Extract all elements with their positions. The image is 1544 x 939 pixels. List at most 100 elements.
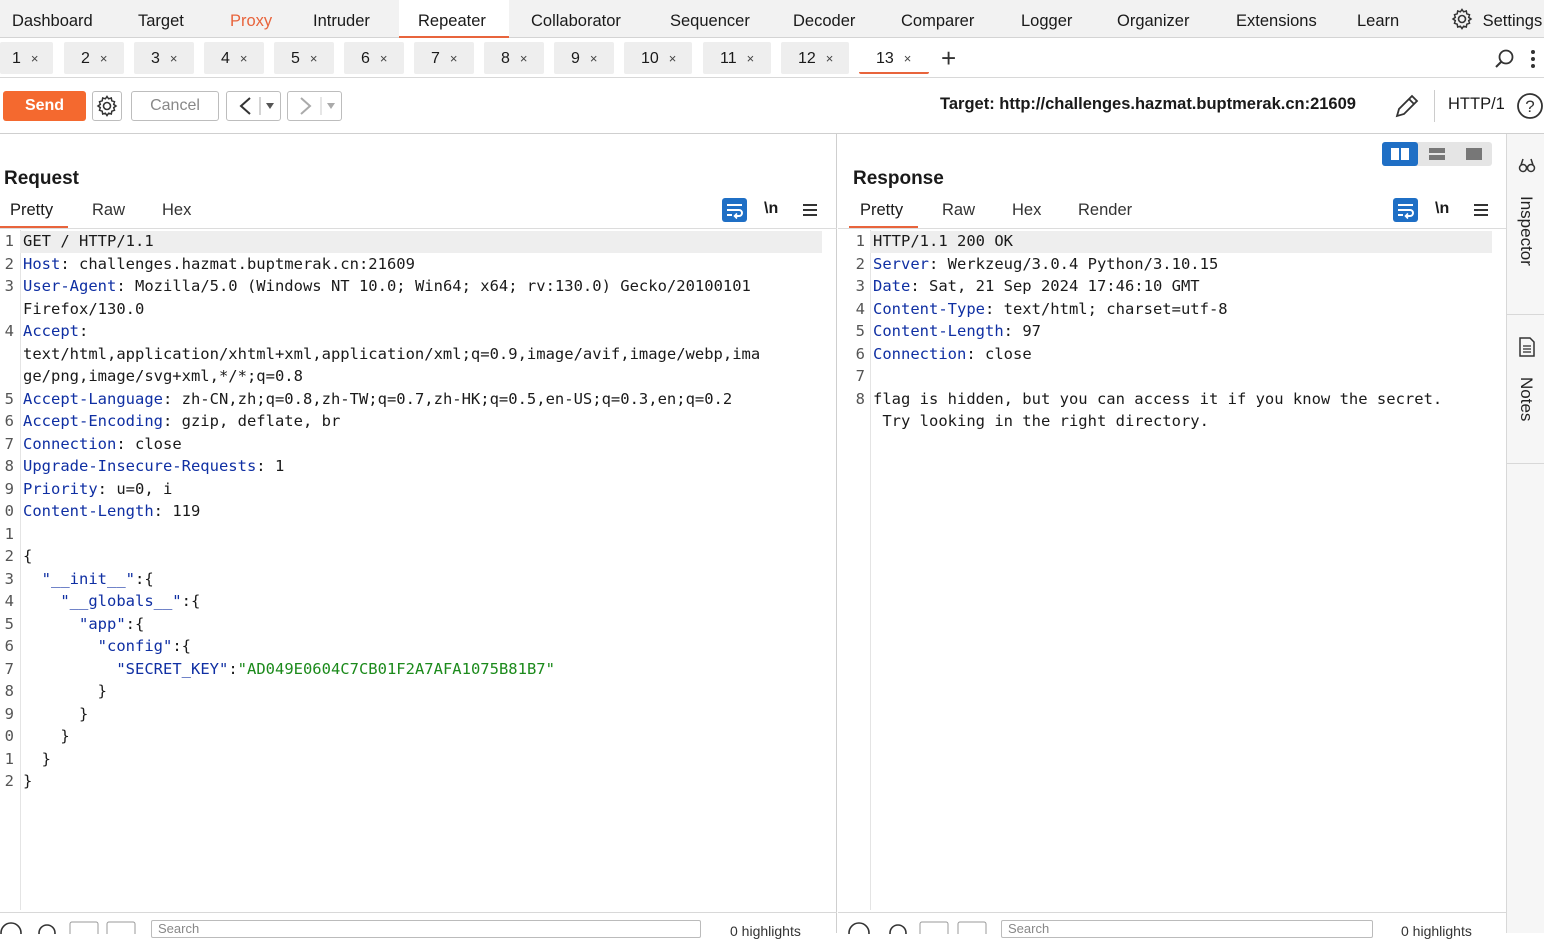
toolbar-divider bbox=[1434, 90, 1435, 122]
settings-button[interactable]: Settings bbox=[1450, 0, 1542, 38]
http-version-toggle[interactable]: HTTP/1 bbox=[1448, 95, 1505, 114]
search-icon[interactable] bbox=[1494, 48, 1516, 70]
request-search-input[interactable]: Search bbox=[151, 920, 701, 938]
layout-stacked-button[interactable] bbox=[1419, 142, 1455, 166]
line-number: 0 bbox=[4, 727, 14, 745]
repeater-tab-6[interactable]: 6 × bbox=[344, 42, 404, 74]
wrap-lines-icon[interactable] bbox=[1393, 198, 1418, 222]
line-number: 9 bbox=[4, 479, 14, 498]
close-icon[interactable]: × bbox=[669, 51, 677, 66]
line-number: 8 bbox=[855, 389, 865, 408]
wrap-lines-icon[interactable] bbox=[722, 198, 747, 222]
line-number: 4 bbox=[855, 299, 865, 318]
code-line: Connection: close bbox=[873, 343, 1442, 366]
response-search-input[interactable]: Search bbox=[1001, 920, 1373, 938]
response-line-numbers: 1 2 3 4 5 6 7 8 bbox=[850, 230, 865, 433]
repeater-tab-8[interactable]: 8 × bbox=[484, 42, 544, 74]
show-newlines-toggle[interactable]: \n bbox=[764, 200, 778, 218]
menu-icon[interactable] bbox=[1473, 202, 1489, 218]
repeater-tab-9[interactable]: 9 × bbox=[554, 42, 614, 74]
inspector-panel-toggle[interactable]: Inspector bbox=[1507, 134, 1544, 314]
line-number: 5 bbox=[855, 322, 865, 340]
request-tab-raw[interactable]: Raw bbox=[92, 201, 125, 220]
nav-organizer[interactable]: Organizer bbox=[1117, 0, 1189, 38]
back-history-button[interactable] bbox=[226, 91, 281, 121]
close-icon[interactable]: × bbox=[520, 51, 528, 66]
tab-label: 8 bbox=[501, 50, 510, 67]
edit-target-icon[interactable] bbox=[1392, 91, 1422, 121]
close-icon[interactable]: × bbox=[590, 51, 598, 66]
close-icon[interactable]: × bbox=[170, 51, 178, 66]
json-punct: :{ bbox=[125, 614, 145, 633]
line-number: 2 bbox=[855, 254, 865, 273]
request-editor[interactable]: GET / HTTP/1.1 Host: challenges.hazmat.bu… bbox=[23, 230, 760, 793]
repeater-tab-4[interactable]: 4 × bbox=[204, 42, 264, 74]
close-icon[interactable]: × bbox=[380, 51, 388, 66]
close-icon[interactable]: × bbox=[904, 51, 912, 66]
response-tab-render[interactable]: Render bbox=[1078, 201, 1132, 220]
code-line: Content-Length: 97 bbox=[873, 320, 1442, 343]
send-button[interactable]: Send bbox=[3, 91, 86, 121]
nav-proxy[interactable]: Proxy bbox=[230, 0, 272, 38]
forward-history-button[interactable] bbox=[287, 91, 342, 121]
tab-label: 10 bbox=[641, 50, 659, 67]
response-editor[interactable]: HTTP/1.1 200 OK Server: Werkzeug/3.0.4 Py… bbox=[873, 230, 1442, 433]
nav-dashboard[interactable]: Dashboard bbox=[12, 0, 93, 38]
line-number: 8 bbox=[4, 457, 14, 475]
line-text: Try looking in the right directory. bbox=[873, 412, 1209, 430]
line-text: : zh-CN,zh;q=0.8,zh-TW;q=0.7,zh-HK;q=0.5… bbox=[162, 389, 733, 408]
repeater-tab-1[interactable]: 1 × bbox=[0, 42, 53, 74]
nav-collaborator[interactable]: Collaborator bbox=[531, 0, 621, 38]
request-tab-hex[interactable]: Hex bbox=[162, 201, 191, 220]
line-text: } bbox=[23, 749, 51, 768]
help-icon[interactable]: ? bbox=[1516, 92, 1544, 120]
header-name: Server bbox=[873, 254, 929, 273]
repeater-tab-3[interactable]: 3 × bbox=[134, 42, 194, 74]
close-icon[interactable]: × bbox=[100, 51, 108, 66]
send-options-button[interactable] bbox=[92, 91, 122, 121]
line-text bbox=[23, 660, 116, 678]
json-punct: :{ bbox=[172, 637, 191, 655]
repeater-tab-2[interactable]: 2 × bbox=[64, 42, 124, 74]
response-tab-pretty[interactable]: Pretty bbox=[849, 201, 918, 228]
menu-icon[interactable] bbox=[802, 202, 818, 218]
nav-sequencer[interactable]: Sequencer bbox=[670, 0, 750, 38]
nav-target[interactable]: Target bbox=[138, 0, 184, 38]
repeater-tab-11[interactable]: 11 × bbox=[703, 42, 771, 74]
response-tab-raw[interactable]: Raw bbox=[942, 201, 975, 220]
response-tab-hex[interactable]: Hex bbox=[1012, 201, 1041, 220]
show-newlines-toggle[interactable]: \n bbox=[1435, 200, 1449, 218]
nav-repeater[interactable]: Repeater bbox=[399, 0, 509, 38]
layout-side-by-side-button[interactable] bbox=[1382, 142, 1418, 166]
layout-single-button[interactable] bbox=[1456, 142, 1492, 166]
notes-panel-toggle[interactable]: Notes bbox=[1507, 315, 1544, 463]
close-icon[interactable]: × bbox=[240, 51, 248, 66]
line-number: 7 bbox=[4, 434, 14, 453]
nav-extensions[interactable]: Extensions bbox=[1236, 0, 1317, 38]
nav-learn[interactable]: Learn bbox=[1357, 0, 1399, 38]
cancel-button[interactable]: Cancel bbox=[131, 91, 219, 121]
chevron-right-icon bbox=[299, 97, 335, 115]
request-tab-pretty[interactable]: Pretty bbox=[0, 201, 68, 228]
header-name: Priority bbox=[23, 479, 98, 498]
repeater-tab-5[interactable]: 5 × bbox=[274, 42, 334, 74]
repeater-tab-12[interactable]: 12 × bbox=[781, 42, 849, 74]
gutter-divider bbox=[870, 230, 871, 910]
repeater-tab-13[interactable]: 13 × bbox=[859, 42, 929, 74]
nav-logger[interactable]: Logger bbox=[1021, 0, 1072, 38]
code-line: Content-Type: text/html; charset=utf-8 bbox=[873, 298, 1442, 321]
close-icon[interactable]: × bbox=[310, 51, 318, 66]
more-options-icon[interactable] bbox=[1528, 48, 1538, 70]
add-tab-button[interactable]: + bbox=[941, 42, 956, 74]
nav-comparer[interactable]: Comparer bbox=[901, 0, 974, 38]
close-icon[interactable]: × bbox=[450, 51, 458, 66]
nav-intruder[interactable]: Intruder bbox=[313, 0, 370, 38]
repeater-tab-10[interactable]: 10 × bbox=[624, 42, 692, 74]
line-number: 3 bbox=[4, 277, 14, 295]
notes-icon bbox=[1519, 337, 1535, 357]
nav-decoder[interactable]: Decoder bbox=[793, 0, 855, 38]
close-icon[interactable]: × bbox=[826, 51, 834, 66]
close-icon[interactable]: × bbox=[747, 51, 755, 66]
repeater-tab-7[interactable]: 7 × bbox=[414, 42, 474, 74]
close-icon[interactable]: × bbox=[31, 51, 39, 66]
